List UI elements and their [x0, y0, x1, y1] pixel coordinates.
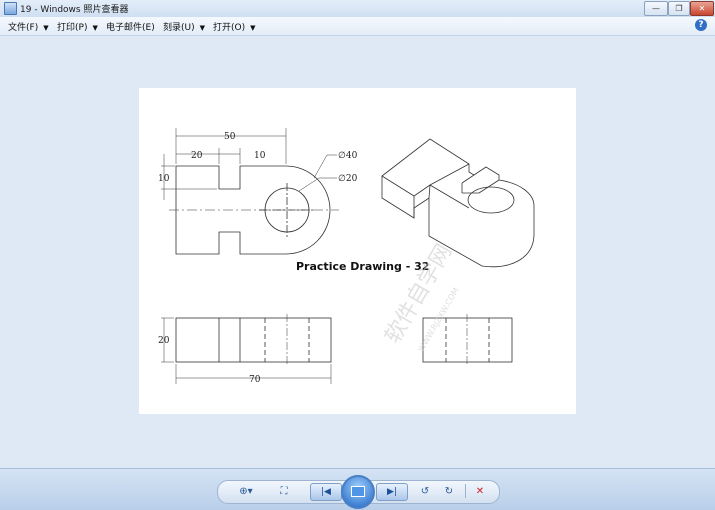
diameter-40: ∅40 — [338, 151, 358, 161]
menu-open[interactable]: 打开(O) ▼ — [213, 20, 256, 33]
drawing-title: Practice Drawing - 32 — [296, 260, 429, 273]
help-icon[interactable]: ? — [695, 19, 707, 31]
divider — [465, 484, 466, 498]
menu-print[interactable]: 打印(P) ▼ — [57, 20, 98, 33]
menu-bar: 文件(F) ▼ 打印(P) ▼ 电子邮件(E) 刻录(U) ▼ 打开(O) ▼ ? — [0, 17, 715, 36]
magnifier-icon[interactable]: ⊕▾ — [234, 484, 258, 499]
actual-size-icon[interactable]: ⛶ — [276, 484, 292, 499]
chevron-down-icon: ▼ — [250, 24, 256, 32]
dimension-70: 70 — [249, 375, 261, 385]
dimension-50: 50 — [224, 132, 236, 142]
dimension-10-top: 10 — [254, 151, 266, 161]
technical-drawing: 50 20 10 10 ∅40 ∅20 20 70 Practice Drawi… — [158, 128, 535, 385]
window-title: 19 - Windows 照片查看器 — [20, 5, 129, 15]
title-bar: 19 - Windows 照片查看器 — ❐ ✕ — [0, 0, 715, 18]
close-button[interactable]: ✕ — [690, 1, 714, 16]
menu-burn[interactable]: 刻录(U) ▼ — [163, 20, 205, 33]
delete-icon[interactable]: ✕ — [473, 484, 487, 499]
minimize-button[interactable]: — — [644, 1, 668, 16]
maximize-button[interactable]: ❐ — [668, 1, 690, 16]
chevron-down-icon: ▼ — [43, 24, 49, 32]
diameter-20: ∅20 — [338, 174, 358, 184]
watermark-text: 软件自学网 — [380, 240, 457, 348]
dimension-10-side: 10 — [158, 174, 170, 184]
menu-file[interactable]: 文件(F) ▼ — [8, 20, 49, 33]
chevron-down-icon: ▼ — [199, 24, 206, 32]
dimension-20-height: 20 — [158, 336, 170, 346]
menu-email[interactable]: 电子邮件(E) — [106, 20, 155, 33]
previous-icon[interactable]: |◀ — [310, 483, 342, 501]
chevron-down-icon: ▼ — [92, 24, 98, 32]
photo-viewer-app-icon — [4, 2, 17, 15]
slideshow-icon[interactable] — [341, 475, 375, 509]
control-bar: ⊕▾ ⛶ |◀ ▶| ↺ ↻ ✕ — [0, 468, 715, 510]
next-icon[interactable]: ▶| — [376, 483, 408, 501]
displayed-image: 50 20 10 10 ∅40 ∅20 20 70 Practice Drawi… — [139, 88, 576, 414]
rotate-counterclockwise-icon[interactable]: ↺ — [418, 484, 432, 499]
rotate-clockwise-icon[interactable]: ↻ — [442, 484, 456, 499]
dimension-20: 20 — [191, 151, 203, 161]
